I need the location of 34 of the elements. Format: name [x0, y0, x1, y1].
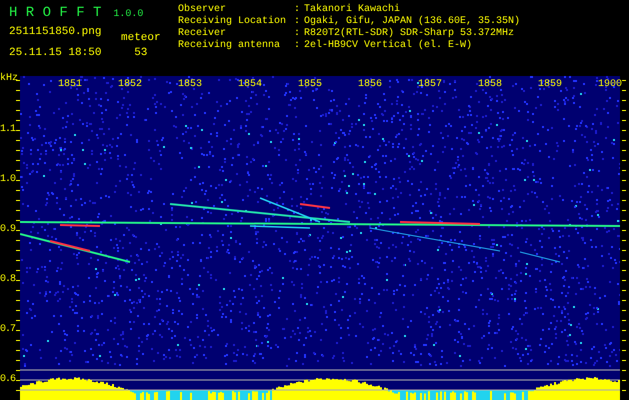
- time-label: 1856: [356, 79, 382, 91]
- filename-label: 2511151850.png: [9, 26, 102, 39]
- info-label: Observer: [178, 4, 228, 16]
- info-separator: :: [294, 4, 302, 16]
- info-value: R820T2(RTL-SDR) SDR-Sharp 53.372MHz: [304, 28, 514, 40]
- info-value: 2el-HB9CV Vertical (el. E-W): [304, 40, 472, 52]
- version-label: 1.0.0: [113, 8, 144, 22]
- meteor-label: meteor: [121, 32, 161, 45]
- y-axis-label: 0.7: [0, 324, 16, 336]
- info-value: Takanori Kawachi: [304, 4, 400, 16]
- info-label: Receiving antenna: [178, 40, 282, 52]
- time-label: 1858: [476, 79, 502, 91]
- info-separator: :: [294, 28, 302, 40]
- time-label: 1853: [176, 79, 202, 91]
- info-value: Ogaki, Gifu, JAPAN (136.60E, 35.35N): [304, 16, 520, 28]
- info-separator: :: [294, 16, 302, 28]
- axis-unit: kHz: [0, 73, 18, 85]
- y-axis-label: 1.0: [0, 174, 16, 186]
- y-axis-label: 1.1: [0, 124, 16, 136]
- datetime-label: 25.11.15 18:50: [9, 47, 102, 60]
- time-label: 1900: [596, 79, 622, 91]
- time-label: 1851: [56, 79, 82, 91]
- y-axis-label: 0.8: [0, 274, 16, 286]
- y-axis-label: 0.9: [0, 224, 16, 236]
- time-label: 1855: [296, 79, 322, 91]
- time-label: 1854: [236, 79, 262, 91]
- info-label: Receiving Location: [178, 16, 288, 28]
- app-title: H R O F F T: [9, 4, 102, 23]
- info-separator: :: [294, 40, 302, 52]
- time-label: 1859: [536, 79, 562, 91]
- info-label: Receiver: [178, 28, 228, 40]
- y-axis-label: 0.6: [0, 374, 16, 386]
- meteor-count: 53: [134, 47, 148, 60]
- time-label: 1852: [116, 79, 142, 91]
